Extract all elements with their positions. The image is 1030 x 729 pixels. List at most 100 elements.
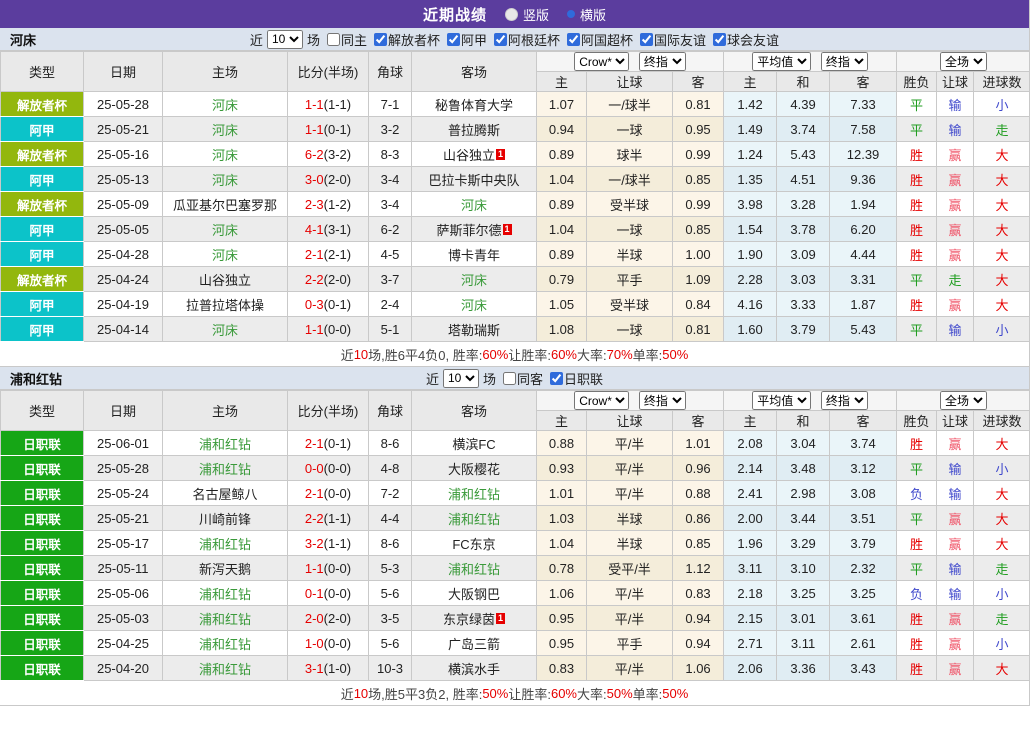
handicap-result-cell: 输 bbox=[937, 456, 974, 481]
filter-checkbox-国际友谊[interactable]: 国际友谊 bbox=[633, 30, 706, 49]
avg-final-select[interactable]: 终指 bbox=[821, 391, 868, 410]
summary-segment: 近 bbox=[341, 345, 354, 364]
checkbox-同客[interactable] bbox=[503, 372, 516, 385]
filter-checkbox-同主[interactable]: 同主 bbox=[320, 30, 367, 49]
avg-away-cell: 2.32 bbox=[830, 556, 897, 581]
score-fulltime: 3-0 bbox=[305, 172, 324, 187]
filter-checkbox-阿根廷杯[interactable]: 阿根廷杯 bbox=[487, 30, 560, 49]
avg-draw-cell: 3.74 bbox=[777, 117, 830, 142]
checkbox-国际友谊[interactable] bbox=[640, 33, 653, 46]
goals-result-cell: 大 bbox=[974, 167, 1030, 192]
odds-away-cell: 0.94 bbox=[673, 631, 724, 656]
away-cell: 河床 bbox=[412, 192, 537, 217]
date-cell: 25-05-09 bbox=[84, 192, 163, 217]
odds-home-cell: 0.93 bbox=[537, 456, 587, 481]
corner-cell: 7-2 bbox=[369, 481, 412, 506]
team-name: 浦和红钻 bbox=[199, 437, 251, 452]
filter-checkbox-解放者杯[interactable]: 解放者杯 bbox=[367, 30, 440, 49]
scope-select[interactable]: 全场 bbox=[940, 52, 987, 71]
score-fulltime: 2-1 bbox=[305, 247, 324, 262]
home-cell: 浦和红钻 bbox=[163, 631, 288, 656]
handicap-result-cell: 输 bbox=[937, 581, 974, 606]
filter-checkbox-阿国超杯[interactable]: 阿国超杯 bbox=[560, 30, 633, 49]
avg-away-cell: 6.20 bbox=[830, 217, 897, 242]
avg-away-cell: 12.39 bbox=[830, 142, 897, 167]
col-header-score: 比分(半场) bbox=[288, 391, 369, 431]
odds-home-cell: 0.89 bbox=[537, 192, 587, 217]
result-cell: 胜 bbox=[897, 631, 937, 656]
filter-checkbox-日职联[interactable]: 日职联 bbox=[543, 369, 603, 388]
handicap-cell: 平手 bbox=[587, 267, 673, 292]
home-cell: 河床 bbox=[163, 242, 288, 267]
goals-result-cell: 小 bbox=[974, 317, 1030, 342]
checkbox-同主[interactable] bbox=[327, 33, 340, 46]
result-cell: 胜 bbox=[897, 142, 937, 167]
result-cell: 胜 bbox=[897, 606, 937, 631]
score-halftime: (2-0) bbox=[324, 172, 351, 187]
avg-draw-cell: 3.01 bbox=[777, 606, 830, 631]
goals-result-cell: 大 bbox=[974, 142, 1030, 167]
away-cell: 大阪樱花 bbox=[412, 456, 537, 481]
checkbox-日职联[interactable] bbox=[550, 372, 563, 385]
odds-away-cell: 0.99 bbox=[673, 142, 724, 167]
avg-home-cell: 1.42 bbox=[724, 92, 777, 117]
handicap-result-cell: 输 bbox=[937, 556, 974, 581]
odds-source-select[interactable]: Crow* bbox=[574, 391, 629, 410]
match-row: 日职联25-05-24名古屋鲸八2-1(0-0)7-2浦和红钻1.01平/半0.… bbox=[1, 481, 1030, 506]
odds-source-select[interactable]: Crow* bbox=[574, 52, 629, 71]
near-count-select[interactable]: 10 bbox=[443, 369, 479, 388]
avg-source-select[interactable]: 平均值 bbox=[752, 391, 811, 410]
score-fulltime: 2-1 bbox=[305, 486, 324, 501]
summary-segment: 70% bbox=[607, 347, 633, 362]
result-cell: 平 bbox=[897, 506, 937, 531]
corner-cell: 2-4 bbox=[369, 292, 412, 317]
odds-final-select[interactable]: 终指 bbox=[639, 391, 686, 410]
result-cell: 负 bbox=[897, 581, 937, 606]
handicap-result-cell: 赢 bbox=[937, 606, 974, 631]
radio-horizontal-layout[interactable]: 横版 bbox=[567, 5, 606, 24]
sub-header-result: 胜负 bbox=[897, 411, 937, 431]
avg-final-select[interactable]: 终指 bbox=[821, 52, 868, 71]
team-name: 河床 bbox=[212, 323, 238, 338]
checkbox-阿甲[interactable] bbox=[447, 33, 460, 46]
scope-select[interactable]: 全场 bbox=[940, 391, 987, 410]
handicap-result-cell: 走 bbox=[937, 267, 974, 292]
checkbox-解放者杯[interactable] bbox=[374, 33, 387, 46]
radio-vertical-layout[interactable]: 竖版 bbox=[505, 5, 549, 24]
odds-final-select[interactable]: 终指 bbox=[639, 52, 686, 71]
radio-selected-icon[interactable] bbox=[567, 10, 575, 18]
league-cell: 解放者杯 bbox=[1, 142, 84, 167]
odds-away-cell: 0.85 bbox=[673, 167, 724, 192]
odds-home-cell: 1.04 bbox=[537, 167, 587, 192]
radio-unselected-icon[interactable] bbox=[505, 8, 518, 21]
team-name: 普拉腾斯 bbox=[448, 123, 500, 138]
result-cell: 平 bbox=[897, 117, 937, 142]
avg-home-cell: 4.16 bbox=[724, 292, 777, 317]
avg-home-cell: 2.14 bbox=[724, 456, 777, 481]
filter-checkbox-阿甲[interactable]: 阿甲 bbox=[440, 30, 487, 49]
away-cell: 大阪钢巴 bbox=[412, 581, 537, 606]
filter-checkbox-同客[interactable]: 同客 bbox=[496, 369, 543, 388]
match-row: 解放者杯25-04-24山谷独立2-2(2-0)3-7河床0.79平手1.092… bbox=[1, 267, 1030, 292]
col-header-home: 主场 bbox=[163, 52, 288, 92]
sub-header-avg-home: 主 bbox=[724, 72, 777, 92]
corner-cell: 3-7 bbox=[369, 267, 412, 292]
team-name: 广岛三箭 bbox=[448, 637, 500, 652]
goals-result-cell: 大 bbox=[974, 656, 1030, 681]
league-cell: 日职联 bbox=[1, 506, 84, 531]
checkbox-球会友谊[interactable] bbox=[713, 33, 726, 46]
sub-header-avg-draw: 和 bbox=[777, 72, 830, 92]
score-fulltime: 2-1 bbox=[305, 436, 324, 451]
checkbox-阿根廷杯[interactable] bbox=[494, 33, 507, 46]
league-cell: 日职联 bbox=[1, 456, 84, 481]
team-name: 河床 bbox=[212, 173, 238, 188]
avg-source-select[interactable]: 平均值 bbox=[752, 52, 811, 71]
checkbox-阿国超杯[interactable] bbox=[567, 33, 580, 46]
summary-segment: 60% bbox=[551, 347, 577, 362]
summary-segment: 60% bbox=[551, 686, 577, 701]
score-halftime: (1-1) bbox=[324, 511, 351, 526]
near-count-select[interactable]: 10 bbox=[267, 30, 303, 49]
league-cell: 阿甲 bbox=[1, 317, 84, 342]
filter-checkbox-球会友谊[interactable]: 球会友谊 bbox=[706, 30, 779, 49]
handicap-cell: 受半球 bbox=[587, 292, 673, 317]
